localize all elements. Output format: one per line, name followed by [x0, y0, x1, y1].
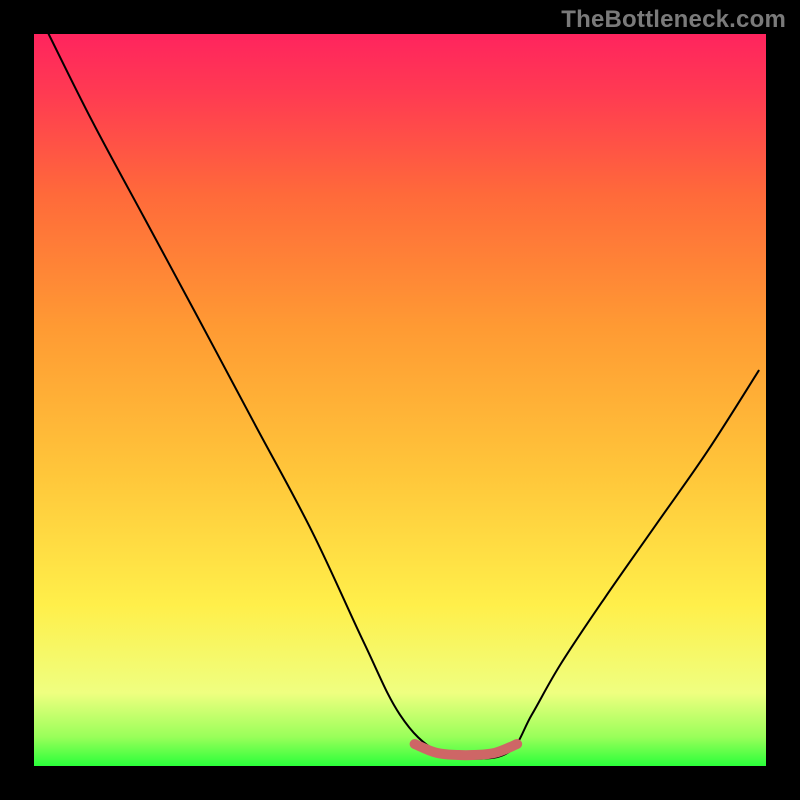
watermark-text: TheBottleneck.com — [561, 6, 786, 34]
chart-plot-area — [34, 34, 766, 766]
bottleneck-chart — [34, 34, 766, 766]
chart-frame: TheBottleneck.com — [0, 0, 800, 800]
